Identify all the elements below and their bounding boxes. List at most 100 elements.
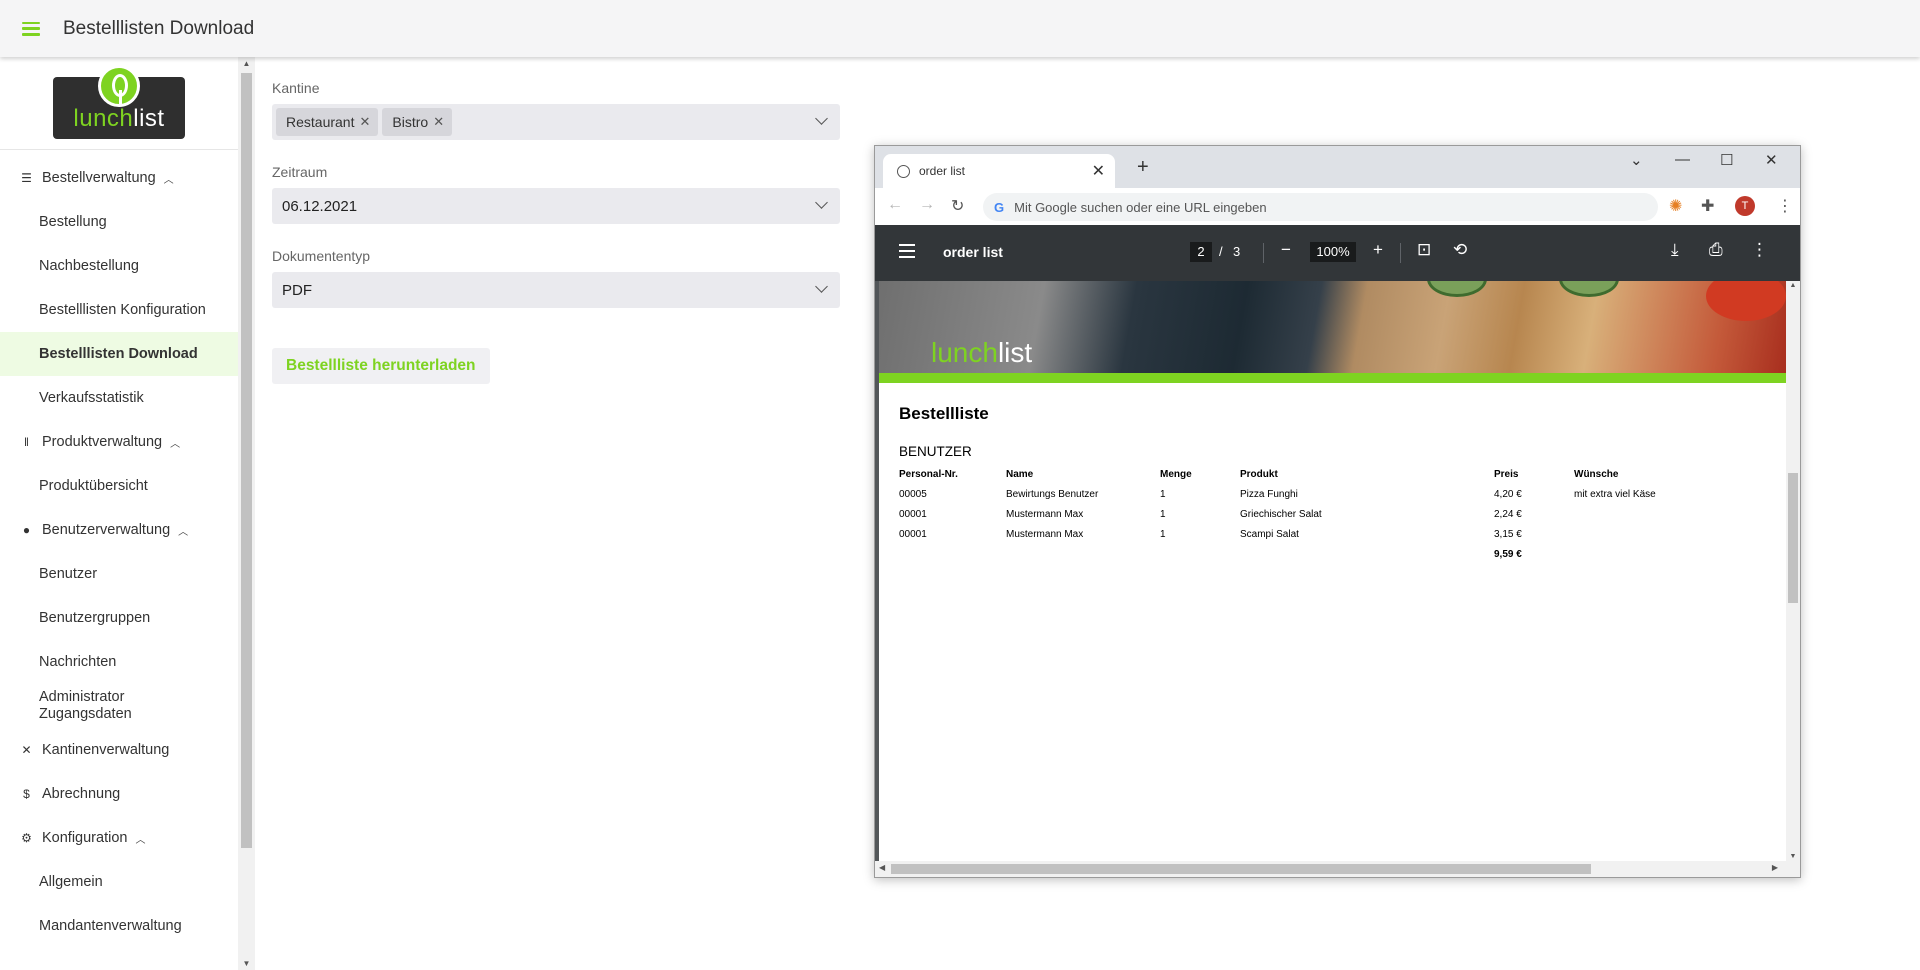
tab-search-icon[interactable]: ⌄ [1630,151,1643,169]
close-tab-icon[interactable]: ✕ [1092,161,1105,181]
table-cell: Bewirtungs Benutzer [1006,488,1099,500]
new-tab-icon[interactable]: + [1137,156,1149,179]
pdf-viewer[interactable]: lunchlist Bestellliste BENUTZER Personal… [875,281,1800,861]
divider [1400,243,1401,263]
sidebar-scrollbar[interactable]: ▲ ▼ [238,57,255,970]
rotate-icon[interactable]: ⟲ [1453,240,1467,260]
zoom-out-icon[interactable]: − [1281,240,1291,260]
chevron-up-icon: ︿ [170,438,181,450]
puzzle-icon[interactable]: ✚ [1701,196,1714,216]
zeitraum-label: Zeitraum [272,164,328,180]
maximize-icon[interactable]: ☐ [1720,151,1733,169]
fit-page-icon[interactable]: ⊡ [1417,240,1431,260]
sidebar-group-konfiguration[interactable]: ⚙ Konfiguration ︿ [0,816,238,860]
page-number-input[interactable]: 2 [1190,242,1212,262]
scroll-down-icon[interactable]: ▼ [1786,853,1800,860]
reload-icon[interactable]: ↻ [951,196,964,216]
kantine-select[interactable]: Restaurant ✕ Bistro ✕ [272,104,840,140]
sidebar-group-produktverwaltung[interactable]: ǁ Produktverwaltung ︿ [0,420,238,464]
scroll-left-icon[interactable]: ◀ [879,863,885,872]
column-header: Preis [1494,468,1519,480]
document-title: Bestellliste [899,404,989,423]
chevron-down-icon[interactable] [815,280,828,293]
pdf-horizontal-scrollbar[interactable]: ◀ ▶ [875,861,1800,877]
pdf-vertical-scrollbar[interactable]: ▲ ▼ [1786,281,1800,861]
tab-title: order list [919,164,966,178]
browser-toolbar: ← → ↻ G Mit Google suchen oder eine URL … [875,188,1800,225]
banner-tomato [1706,281,1786,321]
pdf-more-icon[interactable]: ⋮ [1751,240,1768,260]
chevron-down-icon[interactable] [815,112,828,125]
forward-icon[interactable]: → [919,196,935,214]
dokumententyp-select[interactable]: PDF [272,272,840,308]
dokumententyp-label: Dokumententyp [272,248,371,264]
avatar[interactable]: T [1735,196,1755,216]
address-bar[interactable]: G Mit Google suchen oder eine URL eingeb… [983,193,1658,221]
sidebar-item-produktuebersicht[interactable]: Produktübersicht [0,464,238,508]
zeitraum-select[interactable]: 06.12.2021 [272,188,840,224]
kantine-label: Kantine [272,80,320,96]
column-header: Name [1006,468,1034,480]
table-cell: Griechischer Salat [1240,508,1322,520]
scrollbar-thumb[interactable] [241,73,252,848]
sidebar-item-administrator-zugangsdaten[interactable]: Administrator Zugangsdaten [0,684,238,728]
sidebar-item-verkaufsstatistik[interactable]: Verkaufsstatistik [0,376,238,420]
banner-logo-list: list [997,337,1033,368]
scroll-down-icon[interactable]: ▼ [238,959,255,968]
sidebar-item-nachbestellung[interactable]: Nachbestellung [0,244,238,288]
chip-restaurant: Restaurant ✕ [276,108,379,136]
remove-chip-icon[interactable]: ✕ [359,114,370,130]
zeitraum-value: 06.12.2021 [282,197,358,215]
table-cell: 00001 [899,508,927,520]
sidebar-item-bestelllisten-konfiguration[interactable]: Bestelllisten Konfiguration [0,288,238,332]
scrollbar-thumb[interactable] [1788,473,1798,603]
banner-accent-line [879,373,1786,383]
sidebar-item-kantinenverwaltung[interactable]: ✕ Kantinenverwaltung [0,728,238,772]
zoom-in-icon[interactable]: + [1373,240,1383,260]
sidebar-item-mandantenverwaltung[interactable]: Mandantenverwaltung [0,904,238,948]
utensils-cross-icon: ✕ [21,743,32,757]
pdf-title: order list [943,244,1003,260]
sidebar-group-benutzerverwaltung[interactable]: ● Benutzerverwaltung ︿ [0,508,238,552]
table-row: 00001 Mustermann Max 1 Griechischer Sala… [899,504,1724,524]
table-cell: Mustermann Max [1006,528,1084,540]
pdf-menu-icon[interactable] [899,244,915,258]
sidebar-item-benutzer[interactable]: Benutzer [0,552,238,596]
menu-icon[interactable] [22,21,40,36]
table-cell [1574,504,1724,524]
scroll-up-icon[interactable]: ▲ [1786,282,1800,289]
print-icon[interactable]: ⎙ [1709,240,1723,260]
remove-chip-icon[interactable]: ✕ [433,114,444,130]
table-cell: Scampi Salat [1240,528,1299,540]
sidebar-item-nachrichten[interactable]: Nachrichten [0,640,238,684]
table-cell: mit extra viel Käse [1574,488,1656,500]
extension-icon[interactable]: ✺ [1669,196,1682,216]
sidebar-item-benutzergruppen[interactable]: Benutzergruppen [0,596,238,640]
sidebar-item-allgemein[interactable]: Allgemein [0,860,238,904]
chevron-down-icon[interactable] [815,196,828,209]
sidebar-item-bestellung[interactable]: Bestellung [0,200,238,244]
more-vert-icon[interactable]: ⋮ [1777,196,1793,216]
address-placeholder[interactable]: Mit Google suchen oder eine URL eingeben [1014,200,1266,215]
scroll-up-icon[interactable]: ▲ [238,59,255,68]
tab-order-list[interactable]: order list ✕ [883,154,1115,188]
zoom-input[interactable]: 100% [1310,242,1356,262]
back-icon[interactable]: ← [887,196,903,214]
cutlery-icon: ǁ [24,435,29,449]
download-list-button[interactable]: Bestellliste herunterladen [272,348,490,384]
sidebar-nav: ☰ Bestellverwaltung ︿ Bestellung Nachbes… [0,150,238,948]
scrollbar-thumb[interactable] [891,864,1591,874]
table-row: 00005 Bewirtungs Benutzer 1 Pizza Funghi… [899,484,1724,504]
total-row: 9,59 € [899,544,1724,564]
divider [1263,243,1264,263]
download-form: Kantine Restaurant ✕ Bistro ✕ Zeitraum 06.… [272,80,840,384]
close-window-icon[interactable]: ✕ [1765,151,1778,169]
download-icon[interactable]: ⤓ [1671,240,1679,260]
scroll-right-icon[interactable]: ▶ [1772,863,1778,872]
sidebar-group-bestellverwaltung[interactable]: ☰ Bestellverwaltung ︿ [0,156,238,200]
minimize-icon[interactable]: — [1675,151,1690,168]
sidebar-item-abrechnung[interactable]: $ Abrechnung [0,772,238,816]
sidebar-item-bestelllisten-download[interactable]: Bestelllisten Download [0,332,238,376]
lunchlist-logo[interactable]: lunchlist [53,65,185,139]
sidebar-group-label: Abrechnung [42,786,121,802]
